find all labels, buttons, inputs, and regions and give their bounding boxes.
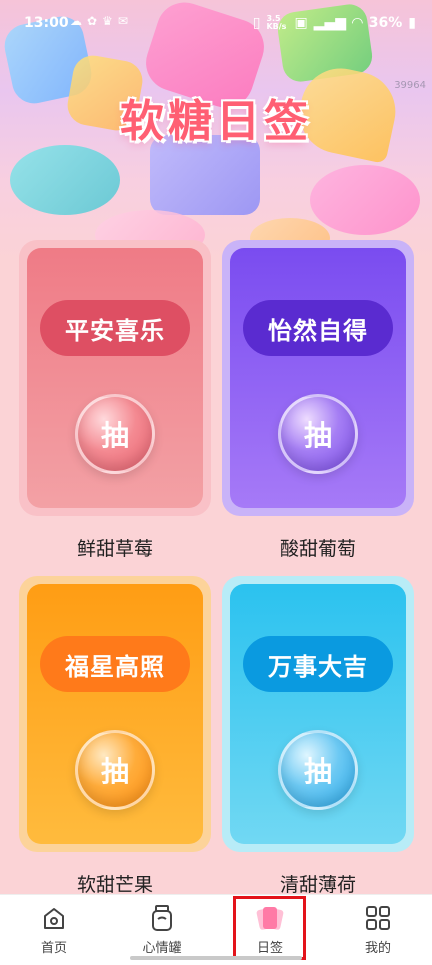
blessing-badge: 平安喜乐 — [40, 300, 190, 356]
grid-icon — [363, 903, 393, 933]
sim-icon: ▣ — [294, 15, 308, 31]
cards-icon — [255, 903, 285, 933]
status-right-icons: ▯ 3.5 KB/s ▣ ▂▄▆ ◠ 36% ▮ — [252, 14, 416, 32]
home-icon — [39, 903, 69, 933]
status-time: 13:00 — [24, 15, 69, 31]
card-face: 怡然自得 抽 — [230, 248, 406, 508]
blessing-badge: 怡然自得 — [243, 300, 393, 356]
sign-card-mint[interactable]: 万事大吉 抽 — [222, 576, 414, 852]
sign-card-grape[interactable]: 怡然自得 抽 — [222, 240, 414, 516]
card-name: 酸甜葡萄 — [279, 538, 356, 560]
card-face: 平安喜乐 抽 — [27, 248, 203, 508]
draw-button[interactable]: 抽 — [278, 730, 358, 810]
candy-decoration — [10, 145, 120, 215]
candy-decoration — [310, 165, 420, 235]
notification-icons: ☁✿♛✉ — [70, 14, 133, 28]
draw-button[interactable]: 抽 — [75, 730, 155, 810]
tab-label: 首页 — [40, 941, 67, 956]
bottom-tab-bar: 首页 心情罐 日签 我的 — [0, 894, 432, 965]
vibrate-icon: ▯ — [252, 15, 261, 31]
card-name: 鲜甜草莓 — [76, 538, 153, 560]
jar-icon — [147, 903, 177, 933]
network-speed: 3.5 KB/s — [266, 14, 287, 31]
home-indicator — [130, 956, 302, 960]
signal-icon: ▂▄▆ — [313, 15, 346, 31]
draw-button[interactable]: 抽 — [75, 394, 155, 474]
wifi-icon: ◠ — [351, 15, 363, 31]
tab-label: 我的 — [364, 941, 391, 956]
tab-label: 心情罐 — [142, 941, 182, 956]
tab-home[interactable]: 首页 — [0, 895, 108, 965]
tab-mine[interactable]: 我的 — [324, 895, 432, 965]
card-name: 清甜薄荷 — [279, 874, 356, 896]
blessing-badge: 福星高照 — [40, 636, 190, 692]
tab-daily-sign[interactable]: 日签 — [216, 895, 324, 965]
status-bar: 13:00 ☁✿♛✉ ▯ 3.5 KB/s ▣ ▂▄▆ ◠ 36% ▮ — [0, 0, 432, 50]
page-title: 软糖日签 — [120, 96, 312, 147]
blessing-badge: 万事大吉 — [243, 636, 393, 692]
card-name: 软甜芒果 — [76, 874, 153, 896]
card-face: 万事大吉 抽 — [230, 584, 406, 844]
card-face: 福星高照 抽 — [27, 584, 203, 844]
battery-icon: ▮ — [408, 15, 416, 31]
tab-label: 日签 — [256, 941, 283, 956]
battery-percent: 36% — [368, 15, 403, 31]
tab-mood-jar[interactable]: 心情罐 — [108, 895, 216, 965]
draw-button[interactable]: 抽 — [278, 394, 358, 474]
sign-card-mango[interactable]: 福星高照 抽 — [19, 576, 211, 852]
sign-card-strawberry[interactable]: 平安喜乐 抽 — [19, 240, 211, 516]
